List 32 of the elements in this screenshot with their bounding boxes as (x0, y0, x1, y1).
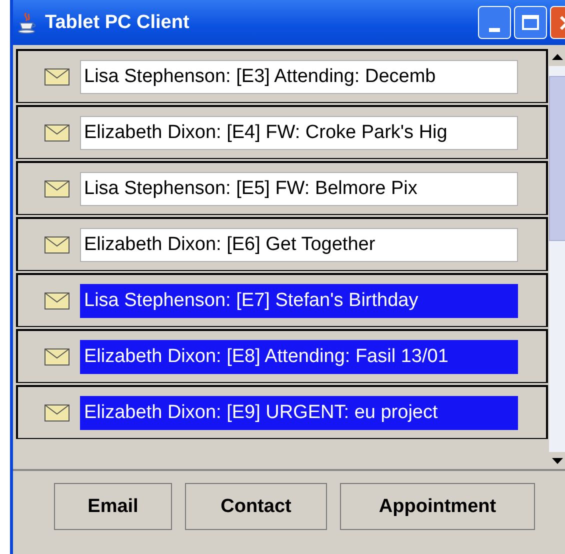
action-button[interactable]: Appointment (340, 483, 535, 530)
envelope-icon (44, 404, 70, 422)
message-row[interactable]: Elizabeth Dixon: [E9] URGENT: eu project (16, 385, 548, 439)
message-row[interactable]: Elizabeth Dixon: [E4] FW: Croke Park's Hig (16, 105, 548, 159)
message-field[interactable]: Elizabeth Dixon: [E6] Get Together (80, 228, 518, 262)
message-row[interactable]: Lisa Stephenson: [E7] Stefan's Birthday (16, 273, 548, 327)
message-field[interactable]: Lisa Stephenson: [E7] Stefan's Birthday (80, 284, 518, 318)
message-row[interactable]: Lisa Stephenson: [E5] FW: Belmore Pix (16, 161, 548, 215)
scroll-up-icon[interactable] (549, 49, 565, 66)
envelope-icon (44, 348, 70, 366)
envelope-icon (44, 180, 70, 198)
scrollbar[interactable] (549, 49, 565, 469)
envelope-icon (44, 236, 70, 254)
scroll-thumb[interactable] (549, 76, 565, 241)
envelope-icon (44, 124, 70, 142)
message-field[interactable]: Elizabeth Dixon: [E8] Attending: Fasil 13/01 (80, 340, 518, 374)
message-field[interactable]: Elizabeth Dixon: [E9] URGENT: eu project (80, 396, 518, 430)
message-field[interactable]: Lisa Stephenson: [E3] Attending: Decemb (80, 60, 518, 94)
maximize-button[interactable] (514, 6, 547, 39)
message-row[interactable]: Elizabeth Dixon: [E8] Attending: Fasil 13/01 (16, 329, 548, 383)
envelope-icon (44, 292, 70, 310)
scroll-down-icon[interactable] (549, 452, 565, 469)
window-title: Tablet PC Client (45, 12, 190, 34)
minimize-button[interactable] (478, 6, 511, 39)
action-button[interactable]: Contact (185, 483, 327, 530)
message-row[interactable]: Lisa Stephenson: [E3] Attending: Decemb (16, 49, 548, 103)
action-button[interactable]: Email (54, 483, 172, 530)
message-row[interactable]: Elizabeth Dixon: [E6] Get Together (16, 217, 548, 271)
message-field[interactable]: Lisa Stephenson: [E5] FW: Belmore Pix (80, 172, 518, 206)
envelope-icon (44, 68, 70, 86)
java-cup-icon (17, 12, 37, 34)
message-field[interactable]: Elizabeth Dixon: [E4] FW: Croke Park's Hig (80, 116, 518, 150)
